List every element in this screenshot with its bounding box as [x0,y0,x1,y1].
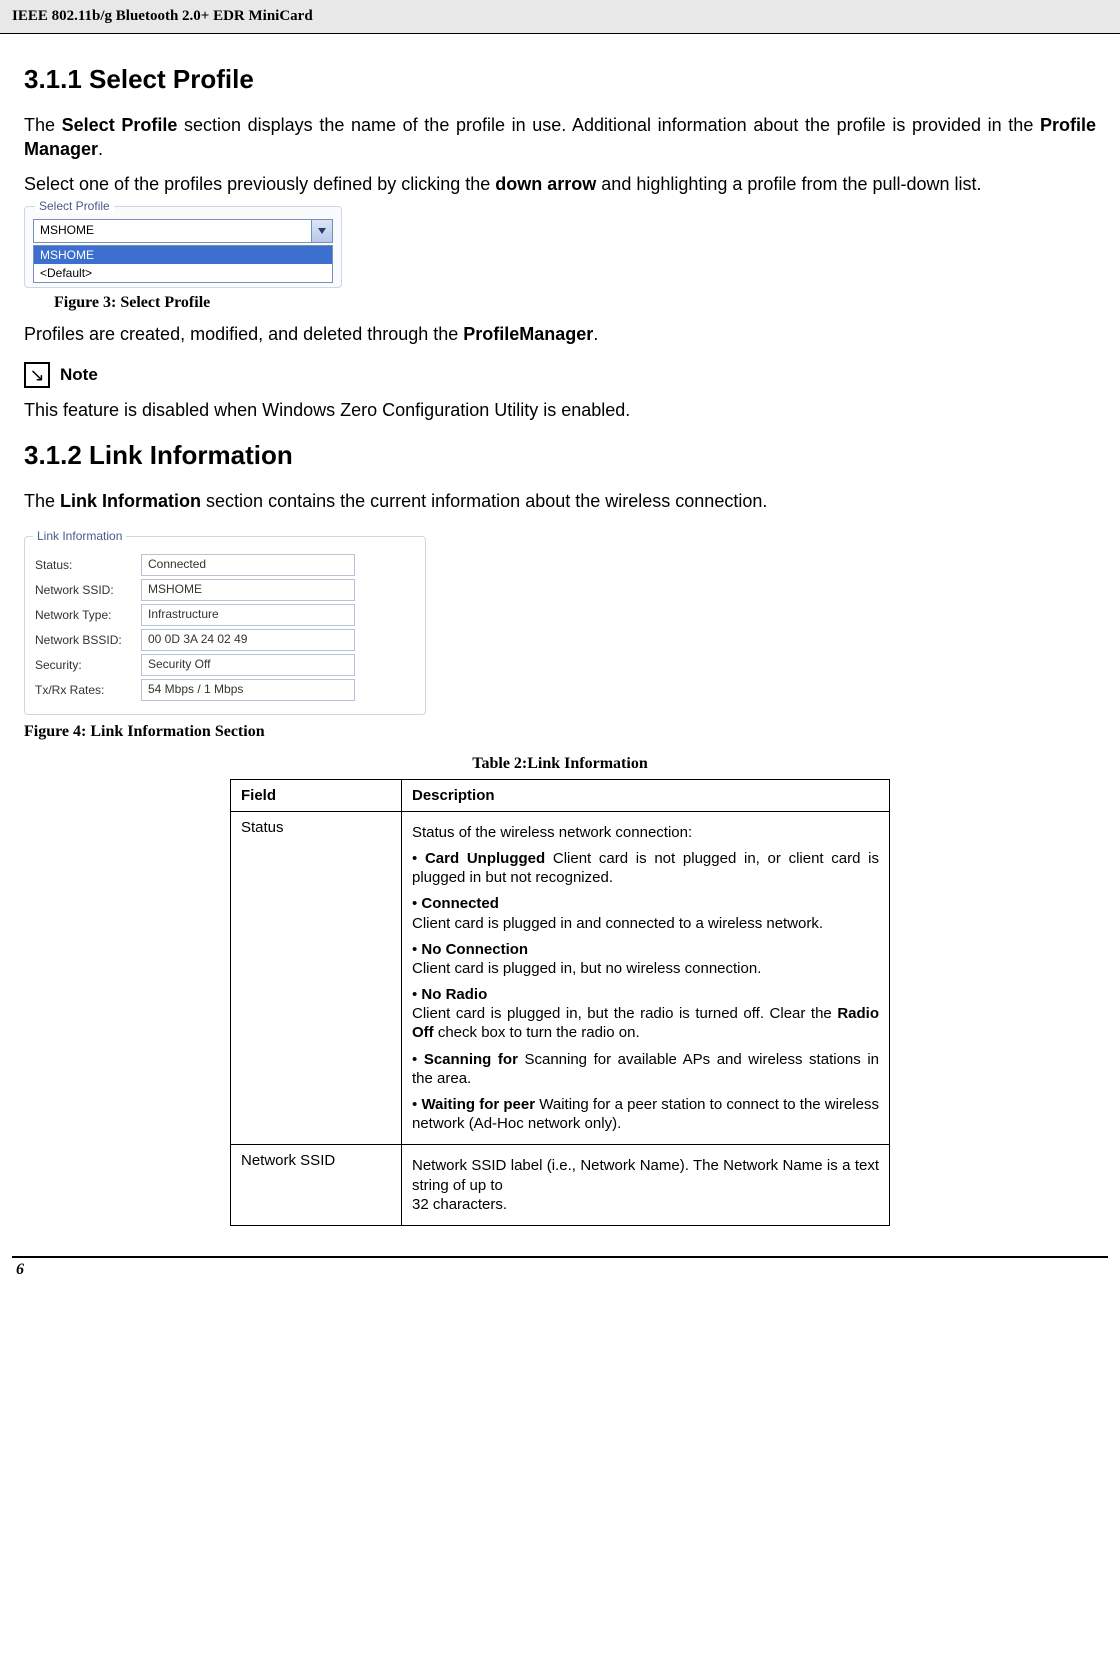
heading-link-information: 3.1.2 Link Information [24,440,1096,471]
linkinfo-row-ssid: Network SSID: MSHOME [35,579,415,601]
page-footer: 6 [12,1256,1108,1289]
td-desc-status: Status of the wireless network connectio… [402,811,890,1145]
note-icon: ↘ [24,362,50,388]
linkinfo-row-security: Security: Security Off [35,654,415,676]
figure-link-information: Link Information Status: Connected Netwo… [24,536,426,715]
note-text: This feature is disabled when Windows Ze… [24,398,1096,422]
para-link-info: The Link Information section contains th… [24,489,1096,513]
security-field: Security Off [141,654,355,676]
type-field: Infrastructure [141,604,355,626]
th-description: Description [402,779,890,811]
linkinfo-row-bssid: Network BSSID: 00 0D 3A 24 02 49 [35,629,415,651]
figure-3-caption: Figure 3: Select Profile [54,294,1096,312]
td-field-ssid: Network SSID [231,1145,402,1226]
figure-4-caption: Figure 4: Link Information Section [24,723,1096,741]
table-row: Network SSID Network SSID label (i.e., N… [231,1145,890,1226]
link-information-table: Field Description Status Status of the w… [230,779,890,1226]
rates-field: 54 Mbps / 1 Mbps [141,679,355,701]
profile-combobox-text: MSHOME [34,220,311,242]
figure-select-profile: Select Profile MSHOME MSHOME <Default> [24,206,342,288]
table-row: Status Status of the wireless network co… [231,811,890,1145]
th-field: Field [231,779,402,811]
para-select-profile-2: Select one of the profiles previously de… [24,172,1096,196]
note-block: ↘ Note [24,362,1096,388]
page-number: 6 [16,1261,24,1278]
bssid-field: 00 0D 3A 24 02 49 [141,629,355,651]
doc-header: IEEE 802.11b/g Bluetooth 2.0+ EDR MiniCa… [0,0,1120,34]
para-select-profile-3: Profiles are created, modified, and dele… [24,322,1096,346]
profile-combobox-list: MSHOME <Default> [33,245,333,283]
linkinfo-row-status: Status: Connected [35,554,415,576]
heading-select-profile: 3.1.1 Select Profile [24,64,1096,95]
status-field: Connected [141,554,355,576]
groupbox-legend-linkinfo: Link Information [33,529,126,543]
linkinfo-row-type: Network Type: Infrastructure [35,604,415,626]
page-body: 3.1.1 Select Profile The Select Profile … [0,34,1120,1236]
table-header-row: Field Description [231,779,890,811]
table-2-caption: Table 2:Link Information [24,755,1096,773]
groupbox-legend: Select Profile [35,199,114,213]
profile-option-default[interactable]: <Default> [34,264,332,282]
ssid-field: MSHOME [141,579,355,601]
chevron-down-icon[interactable] [311,220,332,242]
note-label: Note [60,365,98,385]
profile-option-mshome[interactable]: MSHOME [34,246,332,264]
linkinfo-row-rates: Tx/Rx Rates: 54 Mbps / 1 Mbps [35,679,415,701]
doc-header-title: IEEE 802.11b/g Bluetooth 2.0+ EDR MiniCa… [12,8,313,24]
td-field-status: Status [231,811,402,1145]
td-desc-ssid: Network SSID label (i.e., Network Name).… [402,1145,890,1226]
profile-combobox[interactable]: MSHOME [33,219,333,243]
para-select-profile-1: The Select Profile section displays the … [24,113,1096,162]
